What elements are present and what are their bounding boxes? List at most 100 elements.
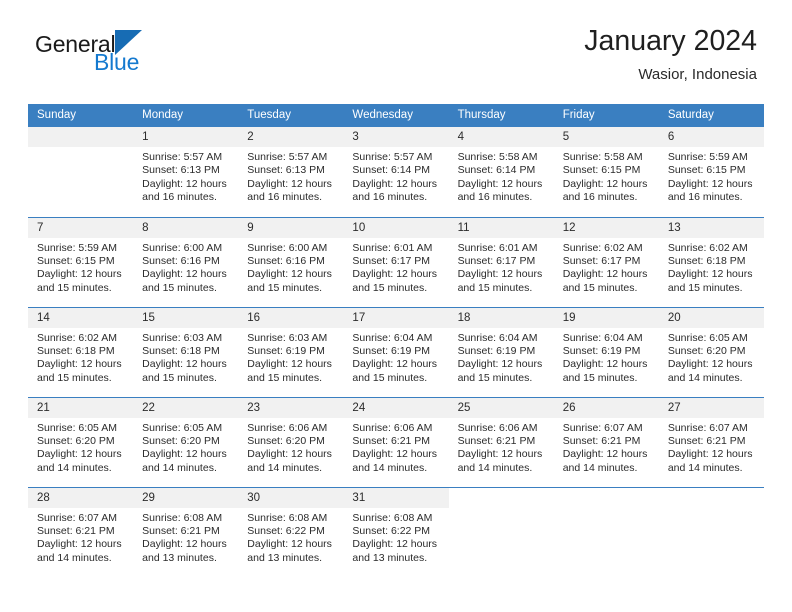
day-details bbox=[659, 508, 764, 512]
day-details: Sunrise: 5:58 AM Sunset: 6:14 PM Daylight:… bbox=[449, 147, 554, 205]
calendar-day-cell[interactable]: 26 Sunrise: 6:07 AM Sunset: 6:21 PM Dayligh… bbox=[553, 396, 659, 487]
daylight-line-1: Daylight: 12 hours bbox=[352, 448, 438, 461]
calendar-day-cell[interactable]: 24 Sunrise: 6:06 AM Sunset: 6:21 PM Dayligh… bbox=[343, 396, 449, 487]
calendar-day-cell-empty bbox=[553, 486, 659, 577]
logo-text-blue: Blue bbox=[94, 49, 140, 75]
day-number: 19 bbox=[553, 307, 659, 328]
calendar-day-cell[interactable]: 7 Sunrise: 5:59 AM Sunset: 6:15 PM Daylight… bbox=[28, 216, 134, 307]
daylight-line-1: Daylight: 12 hours bbox=[37, 538, 122, 551]
daylight-line-1: Daylight: 12 hours bbox=[457, 268, 543, 281]
sunrise-time: Sunrise: 6:05 AM bbox=[667, 331, 748, 344]
daylight-line-1: Daylight: 12 hours bbox=[142, 358, 227, 371]
sunset-time: Sunset: 6:18 PM bbox=[667, 254, 746, 267]
daylight-line-2: and 15 minutes. bbox=[142, 281, 217, 294]
calendar-day-cell[interactable]: 23 Sunrise: 6:06 AM Sunset: 6:20 PM Dayligh… bbox=[238, 396, 344, 487]
calendar-day-cell[interactable]: 3 Sunrise: 5:57 AM Sunset: 6:14 PM Daylight… bbox=[343, 127, 449, 217]
calendar-day-cell[interactable]: 18 Sunrise: 6:04 AM Sunset: 6:19 PM Dayligh… bbox=[448, 306, 554, 397]
calendar-day-cell[interactable]: 11 Sunrise: 6:01 AM Sunset: 6:17 PM Dayligh… bbox=[448, 216, 554, 307]
day-details bbox=[28, 147, 133, 151]
calendar-day-cell[interactable]: 5 Sunrise: 5:58 AM Sunset: 6:15 PM Daylight… bbox=[553, 127, 659, 217]
calendar-container: Sunday Monday Tuesday Wednesday Thursday Frid… bbox=[28, 104, 764, 577]
general-blue-logo[interactable]: General Blue bbox=[35, 26, 143, 75]
daylight-line-1: Daylight: 12 hours bbox=[247, 448, 332, 461]
day-number: 3 bbox=[343, 127, 449, 147]
day-number: 28 bbox=[28, 487, 134, 508]
daylight-line-2: and 15 minutes. bbox=[562, 281, 638, 294]
sunset-time: Sunset: 6:14 PM bbox=[457, 164, 536, 177]
calendar-day-cell[interactable]: 20 Sunrise: 6:05 AM Sunset: 6:20 PM Dayligh… bbox=[658, 306, 764, 397]
calendar-day-cell[interactable]: 1 Sunrise: 5:57 AM Sunset: 6:13 PM Daylight… bbox=[133, 127, 239, 217]
calendar-day-cell[interactable]: 12 Sunrise: 6:02 AM Sunset: 6:17 PM Dayligh… bbox=[553, 216, 659, 307]
day-details: Sunrise: 6:04 AM Sunset: 6:19 PM Daylight:… bbox=[554, 328, 659, 386]
day-number: 27 bbox=[658, 397, 764, 418]
day-details: Sunrise: 6:02 AM Sunset: 6:18 PM Daylight:… bbox=[659, 238, 764, 296]
calendar-day-cell[interactable]: 27 Sunrise: 6:07 AM Sunset: 6:21 PM Dayligh… bbox=[658, 396, 764, 487]
sunrise-time: Sunrise: 6:03 AM bbox=[247, 331, 328, 344]
calendar-day-cell[interactable]: 29 Sunrise: 6:08 AM Sunset: 6:21 PM Dayligh… bbox=[133, 486, 239, 577]
calendar-day-cell[interactable]: 28 Sunrise: 6:07 AM Sunset: 6:21 PM Dayligh… bbox=[28, 486, 134, 577]
sunset-time: Sunset: 6:15 PM bbox=[37, 254, 115, 267]
daylight-line-2: and 15 minutes. bbox=[37, 371, 112, 384]
daylight-line-2: and 15 minutes. bbox=[352, 281, 428, 294]
sunset-time: Sunset: 6:19 PM bbox=[247, 344, 325, 357]
daylight-line-2: and 14 minutes. bbox=[667, 461, 743, 474]
day-details: Sunrise: 6:04 AM Sunset: 6:19 PM Daylight:… bbox=[449, 328, 554, 386]
sunrise-time: Sunrise: 6:05 AM bbox=[37, 421, 117, 434]
daylight-line-1: Daylight: 12 hours bbox=[667, 358, 753, 371]
daylight-line-2: and 15 minutes. bbox=[457, 281, 533, 294]
day-number: 26 bbox=[553, 397, 659, 418]
day-number: 30 bbox=[238, 487, 344, 508]
daylight-line-2: and 14 minutes. bbox=[562, 461, 638, 474]
daylight-line-1: Daylight: 12 hours bbox=[142, 268, 227, 281]
day-number: 5 bbox=[553, 127, 659, 147]
weekday-header-tuesday: Tuesday bbox=[238, 104, 344, 127]
calendar-day-cell[interactable]: 2 Sunrise: 5:57 AM Sunset: 6:13 PM Daylight… bbox=[238, 127, 344, 217]
calendar-week-row: 21 Sunrise: 6:05 AM Sunset: 6:20 PM Dayligh… bbox=[28, 396, 764, 487]
calendar-week-row: 28 Sunrise: 6:07 AM Sunset: 6:21 PM Dayligh… bbox=[28, 486, 764, 577]
sunset-time: Sunset: 6:16 PM bbox=[142, 254, 220, 267]
weekday-header-thursday: Thursday bbox=[448, 104, 554, 127]
calendar-day-cell[interactable]: 15 Sunrise: 6:03 AM Sunset: 6:18 PM Dayligh… bbox=[133, 306, 239, 397]
calendar-day-cell[interactable]: 9 Sunrise: 6:00 AM Sunset: 6:16 PM Daylight… bbox=[238, 216, 344, 307]
calendar-day-cell[interactable]: 14 Sunrise: 6:02 AM Sunset: 6:18 PM Dayligh… bbox=[28, 306, 134, 397]
day-details: Sunrise: 6:05 AM Sunset: 6:20 PM Daylight:… bbox=[659, 328, 764, 386]
calendar-day-cell[interactable]: 30 Sunrise: 6:08 AM Sunset: 6:22 PM Dayligh… bbox=[238, 486, 344, 577]
calendar-day-cell[interactable]: 6 Sunrise: 5:59 AM Sunset: 6:15 PM Daylight… bbox=[658, 127, 764, 217]
daylight-line-1: Daylight: 12 hours bbox=[142, 177, 227, 190]
day-details: Sunrise: 5:57 AM Sunset: 6:13 PM Daylight:… bbox=[133, 147, 238, 205]
daylight-line-2: and 14 minutes. bbox=[142, 461, 217, 474]
daylight-line-1: Daylight: 12 hours bbox=[37, 268, 122, 281]
daylight-line-2: and 14 minutes. bbox=[247, 461, 322, 474]
daylight-line-2: and 13 minutes. bbox=[142, 551, 217, 564]
calendar-page: General Blue January 2024 Wasior, Indone… bbox=[0, 0, 792, 612]
calendar-day-cell[interactable]: 17 Sunrise: 6:04 AM Sunset: 6:19 PM Dayligh… bbox=[343, 306, 449, 397]
calendar-day-cell[interactable]: 13 Sunrise: 6:02 AM Sunset: 6:18 PM Dayligh… bbox=[658, 216, 764, 307]
title-block: January 2024 Wasior, Indonesia bbox=[584, 25, 757, 84]
sunset-time: Sunset: 6:21 PM bbox=[457, 434, 536, 447]
calendar-day-cell[interactable]: 4 Sunrise: 5:58 AM Sunset: 6:14 PM Daylight… bbox=[448, 127, 554, 217]
calendar-day-cell[interactable]: 25 Sunrise: 6:06 AM Sunset: 6:21 PM Dayligh… bbox=[448, 396, 554, 487]
calendar-day-cell[interactable]: 22 Sunrise: 6:05 AM Sunset: 6:20 PM Dayligh… bbox=[133, 396, 239, 487]
daylight-line-2: and 14 minutes. bbox=[667, 371, 743, 384]
calendar-day-cell[interactable]: 21 Sunrise: 6:05 AM Sunset: 6:20 PM Dayligh… bbox=[28, 396, 134, 487]
calendar-day-cell[interactable]: 10 Sunrise: 6:01 AM Sunset: 6:17 PM Dayligh… bbox=[343, 216, 449, 307]
daylight-line-2: and 16 minutes. bbox=[667, 191, 743, 204]
calendar-day-cell[interactable]: 8 Sunrise: 6:00 AM Sunset: 6:16 PM Daylight… bbox=[133, 216, 239, 307]
day-number: 1 bbox=[133, 127, 239, 147]
weekday-header-monday: Monday bbox=[133, 104, 239, 127]
sunset-time: Sunset: 6:22 PM bbox=[352, 524, 431, 537]
day-number bbox=[448, 487, 554, 508]
calendar-day-cell[interactable]: 31 Sunrise: 6:08 AM Sunset: 6:22 PM Dayligh… bbox=[343, 486, 449, 577]
daylight-line-1: Daylight: 12 hours bbox=[667, 177, 753, 190]
calendar-day-cell[interactable]: 19 Sunrise: 6:04 AM Sunset: 6:19 PM Dayligh… bbox=[553, 306, 659, 397]
sunrise-time: Sunrise: 6:03 AM bbox=[142, 331, 223, 344]
day-details: Sunrise: 6:01 AM Sunset: 6:17 PM Daylight:… bbox=[449, 238, 554, 296]
day-details: Sunrise: 6:08 AM Sunset: 6:21 PM Daylight:… bbox=[133, 508, 238, 566]
daylight-line-1: Daylight: 12 hours bbox=[247, 177, 332, 190]
location-subtitle: Wasior, Indonesia bbox=[638, 66, 757, 84]
calendar-week-row: 14 Sunrise: 6:02 AM Sunset: 6:18 PM Dayligh… bbox=[28, 306, 764, 397]
calendar-day-cell-empty bbox=[658, 486, 764, 577]
calendar-day-cell[interactable]: 16 Sunrise: 6:03 AM Sunset: 6:19 PM Dayligh… bbox=[238, 306, 344, 397]
sunset-time: Sunset: 6:17 PM bbox=[562, 254, 641, 267]
sunrise-time: Sunrise: 6:02 AM bbox=[667, 241, 748, 254]
